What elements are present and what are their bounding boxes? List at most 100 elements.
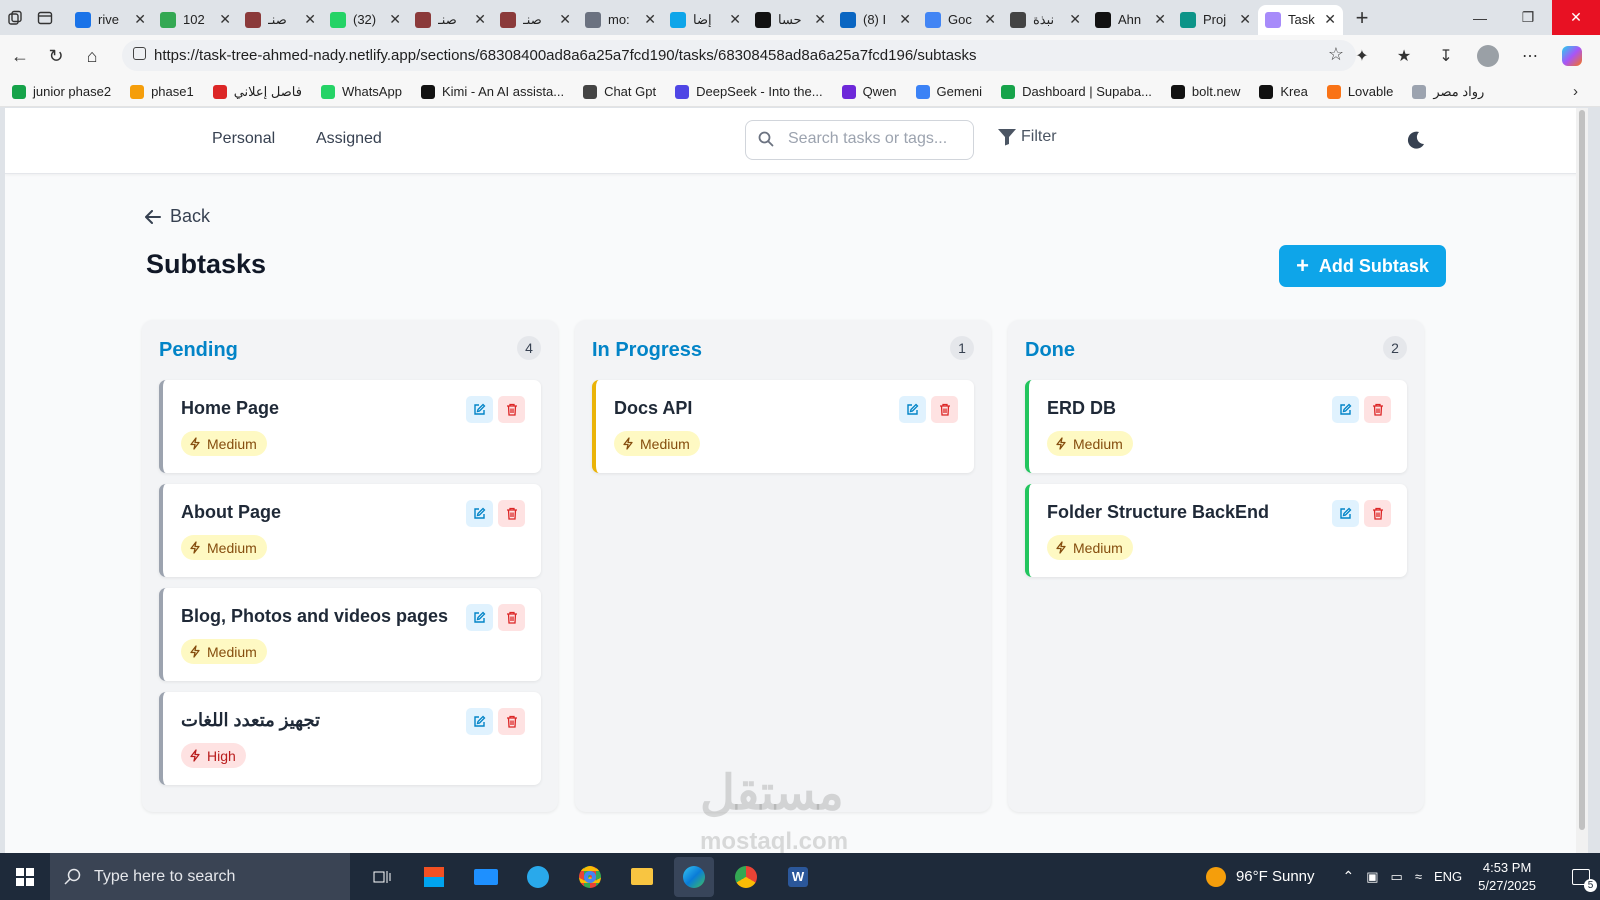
bookmark-item[interactable]: Dashboard | Supaba... <box>1001 84 1152 99</box>
more-menu-icon[interactable]: ⋯ <box>1512 38 1548 74</box>
tab-close-icon[interactable]: ✕ <box>304 11 316 28</box>
start-button[interactable] <box>0 853 50 900</box>
tab-close-icon[interactable]: ✕ <box>559 11 571 28</box>
clock[interactable]: 4:53 PM 5/27/2025 <box>1478 859 1536 895</box>
bookmark-item[interactable]: Gemeni <box>915 84 982 99</box>
chrome-profile-icon[interactable] <box>726 857 766 897</box>
browser-tab[interactable]: نبذة ✕ <box>1003 5 1088 35</box>
restore-button[interactable]: ❐ <box>1504 0 1552 35</box>
weather-widget[interactable]: 96°F Sunny <box>1205 866 1315 887</box>
browser-tab[interactable]: (32) ✕ <box>323 5 408 35</box>
subtask-card[interactable]: About Page Medium <box>159 484 541 577</box>
notification-center-icon[interactable]: 5 <box>1562 868 1600 892</box>
battery-icon[interactable]: ▭ <box>1391 869 1403 885</box>
tab-close-icon[interactable]: ✕ <box>729 11 741 28</box>
copilot-icon[interactable] <box>1554 38 1590 74</box>
profile-avatar[interactable] <box>1470 38 1506 74</box>
browser-tab[interactable]: 102 ✕ <box>153 5 238 35</box>
browser-tab[interactable]: Goc ✕ <box>918 5 1003 35</box>
bookmark-item[interactable]: رواد مصر <box>1412 84 1484 100</box>
back-link[interactable]: Back <box>145 206 210 227</box>
delete-button[interactable] <box>498 396 525 423</box>
delete-button[interactable] <box>1364 500 1391 527</box>
store-icon[interactable] <box>414 857 454 897</box>
back-arrow-icon[interactable]: ← <box>2 38 38 74</box>
bookmark-item[interactable]: فاصل إعلاني <box>212 84 302 100</box>
browser-tab[interactable]: صنـ ✕ <box>493 5 578 35</box>
minimize-button[interactable]: — <box>1456 0 1504 35</box>
edit-button[interactable] <box>466 396 493 423</box>
edit-button[interactable] <box>466 604 493 631</box>
tab-close-icon[interactable]: ✕ <box>1239 11 1251 28</box>
address-bar[interactable]: https://task-tree-ahmed-nady.netlify.app… <box>122 40 1356 71</box>
mail-icon[interactable] <box>466 857 506 897</box>
network-icon[interactable]: ▣ <box>1366 869 1378 885</box>
chrome-icon[interactable] <box>570 857 610 897</box>
favorite-star-icon[interactable]: ☆ <box>1328 44 1344 65</box>
tab-close-icon[interactable]: ✕ <box>644 11 656 28</box>
home-icon[interactable]: ⌂ <box>74 38 110 74</box>
word-icon[interactable]: W <box>778 857 818 897</box>
edge-icon[interactable] <box>674 856 714 897</box>
browser-tab[interactable]: Proj ✕ <box>1173 5 1258 35</box>
subtask-card[interactable]: تجهيز متعدد اللغات High <box>159 692 541 785</box>
bookmarks-overflow-icon[interactable]: › <box>1573 83 1578 100</box>
dark-mode-toggle-icon[interactable] <box>1405 129 1427 151</box>
browser-tab[interactable]: rive ✕ <box>68 5 153 35</box>
close-window-button[interactable]: ✕ <box>1552 0 1600 35</box>
taskbar-search[interactable]: Type here to search <box>50 853 350 900</box>
browser-tab[interactable]: إضا ✕ <box>663 5 748 35</box>
bookmark-item[interactable]: DeepSeek - Into the... <box>675 84 823 99</box>
tab-close-icon[interactable]: ✕ <box>984 11 996 28</box>
edit-button[interactable] <box>1332 500 1359 527</box>
browser-tab[interactable]: (8) I ✕ <box>833 5 918 35</box>
new-tab-button[interactable]: + <box>1347 5 1377 31</box>
site-info-icon[interactable] <box>133 47 146 60</box>
bookmark-item[interactable]: junior phase2 <box>12 84 111 99</box>
browser-tab[interactable]: صنـ ✕ <box>238 5 323 35</box>
extensions-icon[interactable]: ✦ <box>1344 38 1380 74</box>
tray-chevron-icon[interactable]: ⌃ <box>1343 868 1355 885</box>
tab-close-icon[interactable]: ✕ <box>1154 11 1166 28</box>
bookmark-item[interactable]: Qwen <box>841 84 897 99</box>
favorites-icon[interactable]: ★ <box>1386 38 1422 74</box>
edit-button[interactable] <box>1332 396 1359 423</box>
subtask-card[interactable]: ERD DB Medium <box>1025 380 1407 473</box>
bookmark-item[interactable]: Lovable <box>1326 84 1393 99</box>
bookmark-item[interactable]: phase1 <box>130 84 194 99</box>
downloads-icon[interactable]: ↧ <box>1428 38 1464 74</box>
telegram-icon[interactable] <box>518 857 558 897</box>
subtask-card[interactable]: Home Page Medium <box>159 380 541 473</box>
delete-button[interactable] <box>498 500 525 527</box>
tab-close-icon[interactable]: ✕ <box>899 11 911 28</box>
browser-tab[interactable]: Task ✕ <box>1258 4 1343 35</box>
tab-close-icon[interactable]: ✕ <box>474 11 486 28</box>
bookmark-item[interactable]: Krea <box>1259 84 1308 99</box>
browser-tab[interactable]: حسا ✕ <box>748 5 833 35</box>
edit-button[interactable] <box>466 500 493 527</box>
subtask-card[interactable]: Folder Structure BackEnd Medium <box>1025 484 1407 577</box>
page-scrollbar[interactable] <box>1576 108 1588 853</box>
delete-button[interactable] <box>1364 396 1391 423</box>
tab-close-icon[interactable]: ✕ <box>219 11 231 28</box>
delete-button[interactable] <box>498 708 525 735</box>
task-view-icon[interactable] <box>362 857 402 897</box>
subtask-card[interactable]: Blog, Photos and videos pages Medium <box>159 588 541 681</box>
browser-tab[interactable]: mo: ✕ <box>578 5 663 35</box>
tab-close-icon[interactable]: ✕ <box>134 11 146 28</box>
tab-close-icon[interactable]: ✕ <box>814 11 826 28</box>
vertical-tabs-icon[interactable] <box>30 0 60 35</box>
browser-tab[interactable]: Ahn ✕ <box>1088 5 1173 35</box>
nav-personal[interactable]: Personal <box>212 130 275 148</box>
wifi-icon[interactable]: ≈ <box>1415 869 1422 884</box>
subtask-card[interactable]: Docs API Medium <box>592 380 974 473</box>
edit-button[interactable] <box>899 396 926 423</box>
bookmark-item[interactable]: bolt.new <box>1170 84 1240 99</box>
refresh-icon[interactable]: ↻ <box>38 38 74 74</box>
workspaces-icon[interactable] <box>0 0 30 35</box>
tab-close-icon[interactable]: ✕ <box>1069 11 1081 28</box>
bookmark-item[interactable]: WhatsApp <box>320 84 402 99</box>
search-input[interactable] <box>788 130 966 148</box>
tab-close-icon[interactable]: ✕ <box>389 11 401 28</box>
file-explorer-icon[interactable] <box>622 857 662 897</box>
